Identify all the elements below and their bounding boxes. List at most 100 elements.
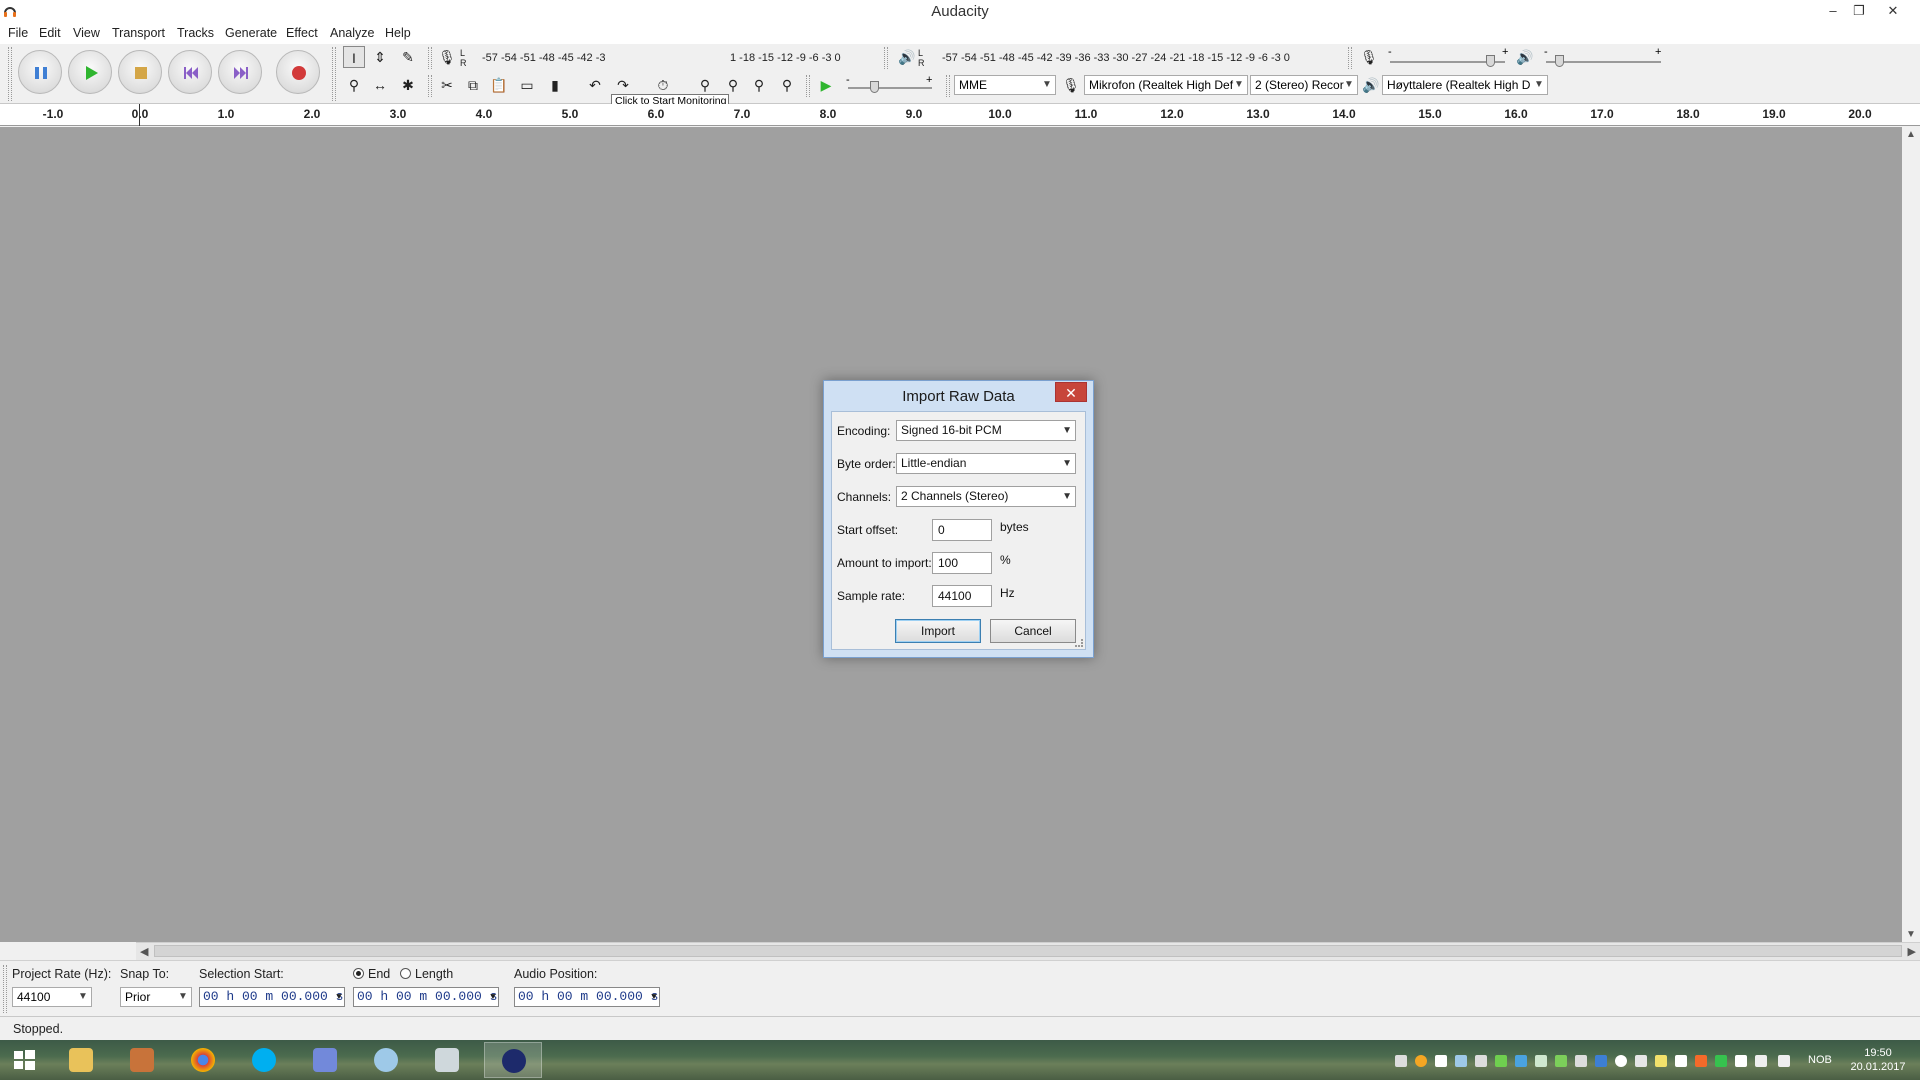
playback-meter[interactable]: LR -57 -54 -51 -48 -45 -42 -39 -36 -33 -… [918, 48, 1338, 70]
tray-discord-icon[interactable] [1395, 1055, 1407, 1067]
audio-host-dropdown[interactable]: MME ▼ [954, 75, 1056, 95]
tray-app-icon[interactable] [1655, 1055, 1667, 1067]
vertical-scrollbar[interactable]: ▲ ▼ [1902, 127, 1920, 942]
tray-network-icon[interactable] [1755, 1055, 1767, 1067]
fit-project-icon[interactable]: ⚲ [776, 74, 798, 96]
snap-to-dropdown[interactable]: Prior ▼ [120, 987, 192, 1007]
restore-button[interactable]: ❐ [1846, 0, 1872, 22]
tray-nvidia-icon[interactable] [1555, 1055, 1567, 1067]
tray-app-icon[interactable] [1415, 1055, 1427, 1067]
menu-tracks[interactable]: Tracks [177, 26, 214, 40]
tray-app-icon[interactable] [1695, 1055, 1707, 1067]
scroll-left-icon[interactable]: ◀ [140, 945, 148, 958]
tray-app-icon[interactable] [1435, 1055, 1447, 1067]
playback-meter-speaker-icon[interactable]: 🔊 [896, 46, 918, 68]
menu-view[interactable]: View [73, 26, 100, 40]
taskbar-paint[interactable] [357, 1042, 415, 1078]
skip-to-start-button[interactable] [168, 50, 212, 94]
toolbar-grip[interactable] [428, 47, 432, 69]
resize-grip-icon[interactable] [1075, 639, 1083, 647]
toolbar-grip[interactable] [806, 75, 810, 97]
sync-lock-icon[interactable]: ⏱ [652, 74, 674, 96]
scroll-right-icon[interactable]: ▶ [1908, 945, 1916, 958]
amount-to-import-input[interactable]: 100 [932, 552, 992, 574]
play-head-marker[interactable] [139, 104, 140, 126]
menu-edit[interactable]: Edit [39, 26, 61, 40]
record-meter-microphone-icon[interactable]: 🎙 [436, 46, 458, 68]
redo-icon[interactable]: ↷ [612, 74, 634, 96]
toolbar-grip[interactable] [884, 47, 888, 69]
time-shift-tool[interactable]: ↔ [369, 74, 391, 96]
menu-transport[interactable]: Transport [112, 26, 165, 40]
envelope-tool[interactable]: ⇕ [369, 46, 391, 68]
play-button[interactable] [68, 50, 112, 94]
cut-icon[interactable]: ✂ [436, 74, 458, 96]
tray-app-icon[interactable] [1575, 1055, 1587, 1067]
tray-flag-icon[interactable] [1735, 1055, 1747, 1067]
tray-onedrive-icon[interactable] [1615, 1055, 1627, 1067]
menu-analyze[interactable]: Analyze [330, 26, 374, 40]
selection-end-control[interactable]: 00 h 00 m 00.000 s ▼ [353, 987, 499, 1007]
taskbar-discord[interactable] [296, 1042, 354, 1078]
output-volume-thumb[interactable] [1555, 55, 1564, 67]
scroll-down-icon[interactable]: ▼ [1906, 929, 1916, 940]
toolbar-grip[interactable] [1348, 47, 1352, 69]
zoom-tool-magnifier-icon[interactable]: ⚲ [343, 74, 365, 96]
zoom-in-icon[interactable]: ⚲ [694, 74, 716, 96]
audio-position-control[interactable]: 00 h 00 m 00.000 s ▼ [514, 987, 660, 1007]
dialog-close-button[interactable]: ✕ [1055, 382, 1087, 402]
stop-button[interactable] [118, 50, 162, 94]
paste-icon[interactable]: 📋 [488, 74, 510, 96]
taskbar-skype[interactable] [235, 1042, 293, 1078]
close-window-button[interactable]: ✕ [1880, 0, 1906, 22]
play-speed-thumb[interactable] [870, 81, 879, 93]
tray-app-icon[interactable] [1635, 1055, 1647, 1067]
silence-icon[interactable]: ▮ [544, 74, 566, 96]
menu-file[interactable]: File [8, 26, 28, 40]
pause-button[interactable] [18, 50, 62, 94]
taskbar-app-2[interactable] [113, 1042, 171, 1078]
length-radio[interactable] [400, 968, 411, 979]
menu-help[interactable]: Help [385, 26, 411, 40]
horizontal-scrollbar[interactable]: ◀ ▶ [136, 942, 1920, 960]
tray-app-icon[interactable] [1675, 1055, 1687, 1067]
scroll-up-icon[interactable]: ▲ [1906, 129, 1916, 140]
draw-tool-pencil-icon[interactable]: ✎ [397, 46, 419, 68]
menu-effect[interactable]: Effect [286, 26, 318, 40]
tray-security-icon[interactable] [1495, 1055, 1507, 1067]
horizontal-scroll-thumb[interactable] [154, 945, 1902, 957]
tray-app-icon[interactable] [1715, 1055, 1727, 1067]
start-button[interactable] [0, 1040, 48, 1080]
selection-start-control[interactable]: 00 h 00 m 00.000 s ▼ [199, 987, 345, 1007]
tray-speaker-icon[interactable] [1778, 1055, 1790, 1067]
toolbar-grip[interactable] [332, 47, 336, 101]
tray-app-icon[interactable] [1595, 1055, 1607, 1067]
record-button[interactable] [276, 50, 320, 94]
recording-meter[interactable]: LR -57 -54 -51 -48 -45 -42 -3 1 -18 -15 … [460, 48, 880, 70]
toolbar-grip[interactable] [946, 75, 950, 97]
import-button[interactable]: Import [895, 619, 981, 643]
toolbar-grip[interactable] [428, 75, 432, 97]
taskbar-file-explorer[interactable] [52, 1042, 110, 1078]
end-radio[interactable] [353, 968, 364, 979]
project-rate-dropdown[interactable]: 44100 ▼ [12, 987, 92, 1007]
input-language[interactable]: NOB [1808, 1054, 1832, 1066]
selection-tool[interactable]: I [343, 46, 365, 68]
menu-generate[interactable]: Generate [225, 26, 277, 40]
start-offset-input[interactable]: 0 [932, 519, 992, 541]
encoding-dropdown[interactable]: Signed 16-bit PCM ▼ [896, 420, 1076, 441]
zoom-out-icon[interactable]: ⚲ [722, 74, 744, 96]
cancel-button[interactable]: Cancel [990, 619, 1076, 643]
undo-icon[interactable]: ↶ [584, 74, 606, 96]
toolbar-grip[interactable] [3, 965, 7, 1013]
tray-app-icon[interactable] [1515, 1055, 1527, 1067]
play-speed-slider[interactable] [848, 87, 932, 89]
toolbar-grip[interactable] [8, 47, 12, 101]
playback-device-dropdown[interactable]: Høyttalere (Realtek High D ▼ [1382, 75, 1548, 95]
skip-to-end-button[interactable] [218, 50, 262, 94]
tray-volume-icon[interactable] [1475, 1055, 1487, 1067]
taskbar-audacity[interactable] [484, 1042, 542, 1078]
trim-icon[interactable]: ▭ [516, 74, 538, 96]
tray-app-icon[interactable] [1535, 1055, 1547, 1067]
byte-order-dropdown[interactable]: Little-endian ▼ [896, 453, 1076, 474]
